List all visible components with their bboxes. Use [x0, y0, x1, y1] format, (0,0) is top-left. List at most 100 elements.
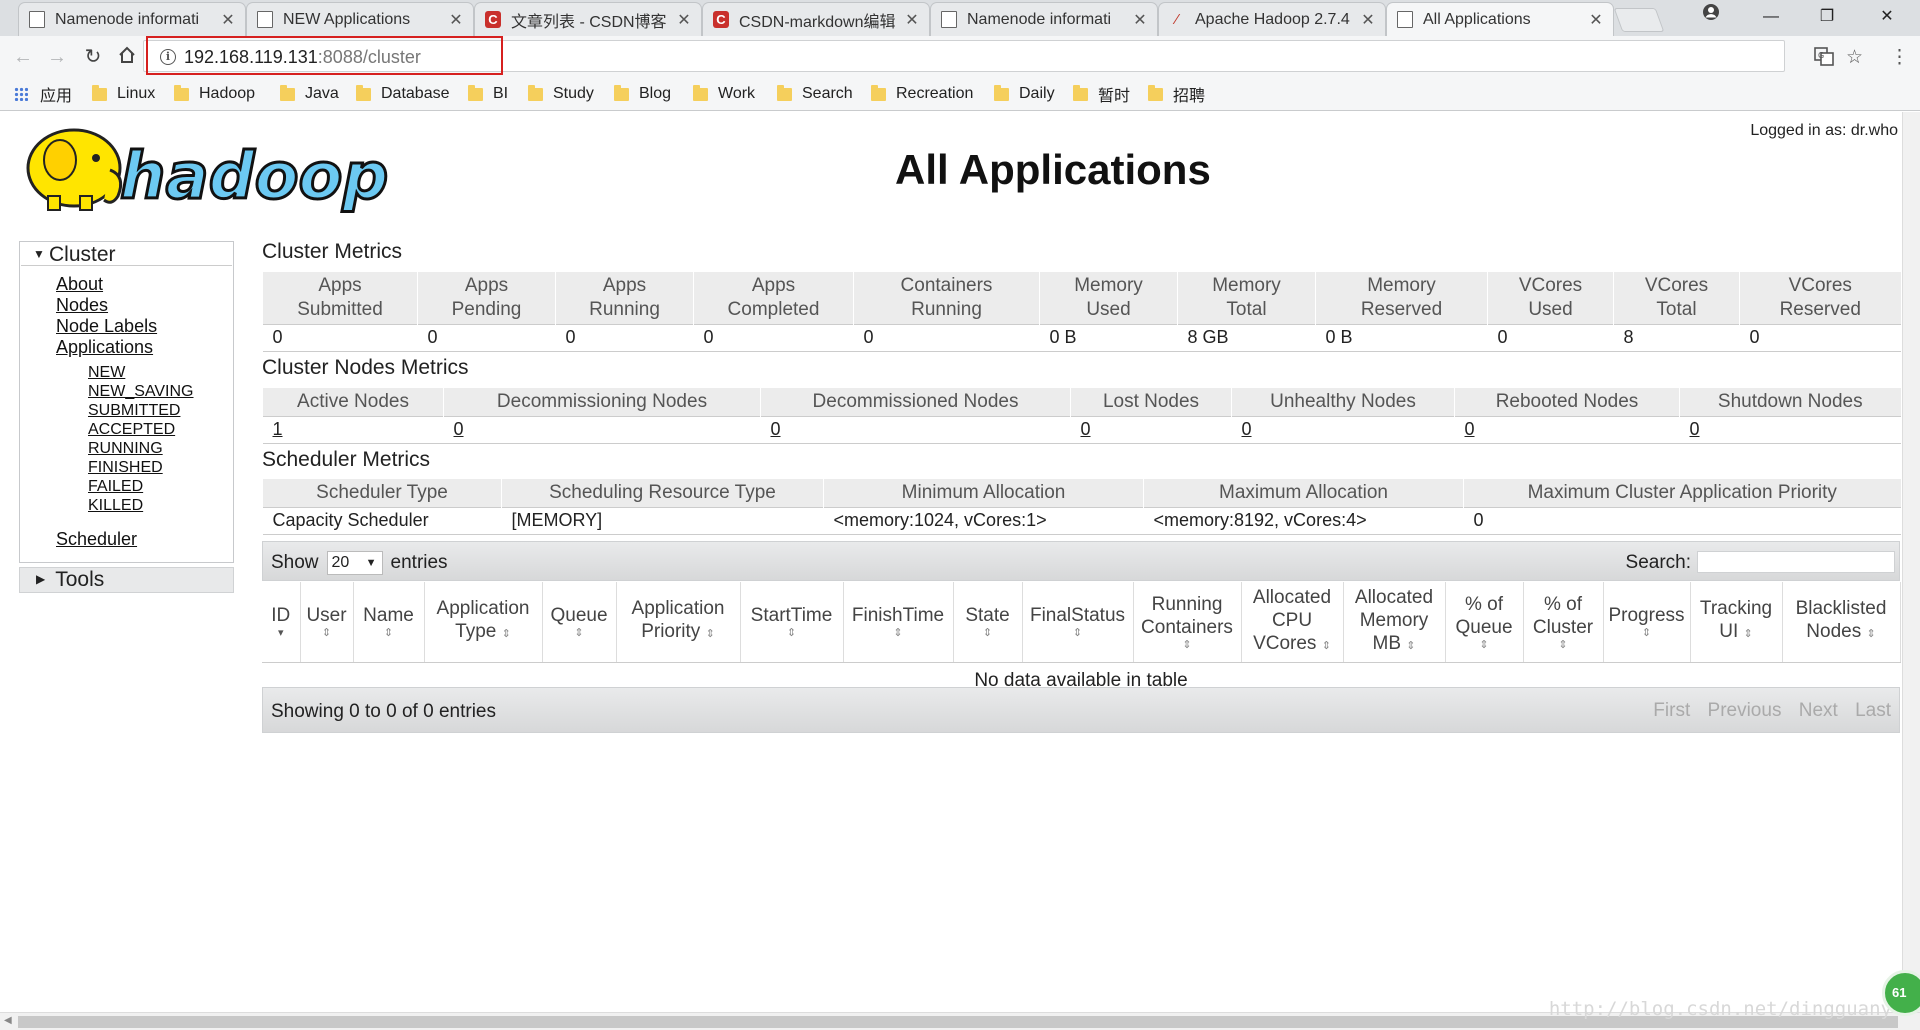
sidebar-link-state-submitted[interactable]: SUBMITTED [88, 402, 180, 420]
column-header-percent-cluster[interactable]: % of Cluster ⇕ [1523, 582, 1604, 663]
sort-icon: ⇕ [1641, 627, 1652, 640]
close-tab-icon[interactable]: ✕ [1589, 10, 1603, 30]
restore-icon[interactable]: ❐ [1800, 0, 1854, 34]
page-length-select[interactable]: 20 ▼ [326, 551, 383, 575]
bookmark-folder[interactable]: 招聘 [1148, 84, 1205, 105]
bookmark-folder[interactable]: Daily [994, 84, 1055, 104]
shutdown-nodes-link[interactable]: 0 [1679, 415, 1901, 444]
applications-table: ID ▾ User ⇕ Name ⇕ Application Type ⇕ Queue ⇕… [262, 582, 1901, 696]
close-tab-icon[interactable]: ✕ [1133, 10, 1147, 30]
column-header-application-priority[interactable]: Application Priority ⇕ [616, 582, 741, 663]
bookmark-folder[interactable]: Java [280, 84, 339, 104]
new-tab-button[interactable] [1613, 8, 1665, 32]
sidebar-link-nodes[interactable]: Nodes [56, 295, 108, 316]
metric-value: 8 GB [1177, 323, 1316, 352]
sidebar-link-state-new[interactable]: NEW [88, 364, 125, 382]
bookmark-folder[interactable]: Database [356, 84, 450, 104]
sidebar-tools-header[interactable]: ▶ Tools [19, 567, 234, 593]
menu-icon[interactable]: ⋮ [1890, 46, 1909, 69]
column-header-queue[interactable]: Queue ⇕ [542, 582, 617, 663]
forward-icon[interactable]: → [44, 45, 70, 69]
search-input[interactable] [1697, 551, 1895, 573]
close-tab-icon[interactable]: ✕ [905, 10, 919, 30]
sidebar-link-scheduler[interactable]: Scheduler [56, 529, 137, 550]
bookmark-folder[interactable]: Blog [614, 84, 671, 104]
bookmark-folder[interactable]: Linux [92, 84, 155, 104]
unhealthy-nodes-link[interactable]: 0 [1231, 415, 1455, 444]
column-header-blacklisted-nodes[interactable]: Blacklisted Nodes ⇕ [1782, 582, 1901, 663]
sidebar-link-state-failed[interactable]: FAILED [88, 478, 143, 496]
sidebar-link-about[interactable]: About [56, 274, 103, 295]
close-tab-icon[interactable]: ✕ [677, 10, 691, 30]
column-header-user[interactable]: User ⇕ [300, 582, 354, 663]
metric-header: Shutdown Nodes [1679, 388, 1901, 416]
vertical-scrollbar[interactable] [1902, 112, 1920, 1012]
sidebar-link-node-labels[interactable]: Node Labels [56, 316, 157, 337]
bookmark-folder[interactable]: Hadoop [174, 84, 255, 104]
column-header-percent-queue[interactable]: % of Queue ⇕ [1445, 582, 1524, 663]
sidebar-link-state-accepted[interactable]: ACCEPTED [88, 421, 175, 439]
bookmark-folder[interactable]: BI [468, 84, 508, 104]
folder-icon [994, 84, 1009, 101]
decommissioning-nodes-link[interactable]: 0 [443, 415, 761, 444]
star-icon[interactable]: ☆ [1846, 46, 1863, 69]
browser-tab[interactable]: Namenode informati ✕ [18, 2, 246, 36]
column-header-finish-time[interactable]: FinishTime ⇕ [843, 582, 954, 663]
browser-tab[interactable]: Namenode informati ✕ [930, 2, 1158, 36]
sidebar-link-state-finished[interactable]: FINISHED [88, 459, 163, 477]
first-page-button[interactable]: First [1653, 700, 1690, 721]
sidebar-link-state-running[interactable]: RUNNING [88, 440, 163, 458]
bookmark-folder[interactable]: 暂时 [1073, 84, 1130, 105]
column-header-final-status[interactable]: FinalStatus ⇕ [1022, 582, 1134, 663]
browser-tab[interactable]: C 文章列表 - CSDN博客 ✕ [474, 2, 702, 36]
translate-icon[interactable]: G [1814, 46, 1834, 72]
column-header-id[interactable]: ID ▾ [262, 582, 301, 663]
sidebar-link-applications[interactable]: Applications [56, 337, 153, 358]
caret-down-icon: ▼ [365, 557, 377, 569]
folder-icon [356, 84, 371, 101]
browser-tab-active[interactable]: All Applications ✕ [1386, 2, 1614, 36]
metric-header: Apps Pending [417, 272, 556, 324]
column-header-tracking-ui[interactable]: Tracking UI ⇕ [1690, 582, 1783, 663]
column-header-application-type[interactable]: Application Type ⇕ [424, 582, 543, 663]
rebooted-nodes-link[interactable]: 0 [1454, 415, 1680, 444]
bookmark-folder[interactable]: Recreation [871, 84, 973, 104]
close-tab-icon[interactable]: ✕ [449, 10, 463, 30]
sidebar-header-label: Tools [55, 568, 105, 591]
column-header-allocated-cpu[interactable]: Allocated CPU VCores ⇕ [1241, 582, 1344, 663]
column-header-start-time[interactable]: StartTime ⇕ [740, 582, 844, 663]
browser-tab[interactable]: ⁄ Apache Hadoop 2.7.4 ✕ [1158, 2, 1386, 36]
active-nodes-link[interactable]: 1 [262, 415, 444, 444]
bookmark-folder[interactable]: Search [777, 84, 853, 104]
home-icon[interactable] [114, 45, 140, 69]
previous-page-button[interactable]: Previous [1708, 700, 1782, 721]
column-header-running-containers[interactable]: Running Containers ⇕ [1133, 582, 1242, 663]
cluster-nodes-metrics-table: Active Nodes Decommissioning Nodes Decom… [262, 388, 1901, 444]
column-header-allocated-memory[interactable]: Allocated Memory MB ⇕ [1343, 582, 1446, 663]
bookmark-folder[interactable]: Work [693, 84, 755, 104]
floating-badge[interactable]: 61 [1882, 970, 1920, 1016]
scheduler-metrics-table: Scheduler Type Scheduling Resource Type … [262, 479, 1901, 535]
browser-tab[interactable]: NEW Applications ✕ [246, 2, 474, 36]
column-header-name[interactable]: Name ⇕ [353, 582, 425, 663]
lost-nodes-link[interactable]: 0 [1070, 415, 1232, 444]
window-close-icon[interactable]: ✕ [1860, 0, 1914, 34]
next-page-button[interactable]: Next [1799, 700, 1838, 721]
column-header-state[interactable]: State ⇕ [953, 582, 1023, 663]
close-tab-icon[interactable]: ✕ [221, 10, 235, 30]
sidebar-link-state-killed[interactable]: KILLED [88, 497, 143, 515]
profile-icon[interactable] [1684, 0, 1738, 34]
reload-icon[interactable]: ↻ [80, 45, 106, 69]
scroll-left-icon[interactable]: ◀ [4, 1015, 12, 1026]
bookmark-apps[interactable]: 应用 [14, 84, 72, 105]
close-tab-icon[interactable]: ✕ [1361, 10, 1375, 30]
last-page-button[interactable]: Last [1855, 700, 1891, 721]
bookmark-folder[interactable]: Study [528, 84, 594, 104]
sidebar-cluster-header[interactable]: ▼ Cluster [21, 243, 232, 266]
back-icon[interactable]: ← [10, 45, 36, 69]
decommissioned-nodes-link[interactable]: 0 [760, 415, 1071, 444]
sidebar-link-state-new-saving[interactable]: NEW_SAVING [88, 383, 194, 401]
browser-tab[interactable]: C CSDN-markdown编辑 ✕ [702, 2, 930, 36]
column-header-progress[interactable]: Progress ⇕ [1603, 582, 1691, 663]
minimize-icon[interactable]: — [1744, 0, 1798, 34]
